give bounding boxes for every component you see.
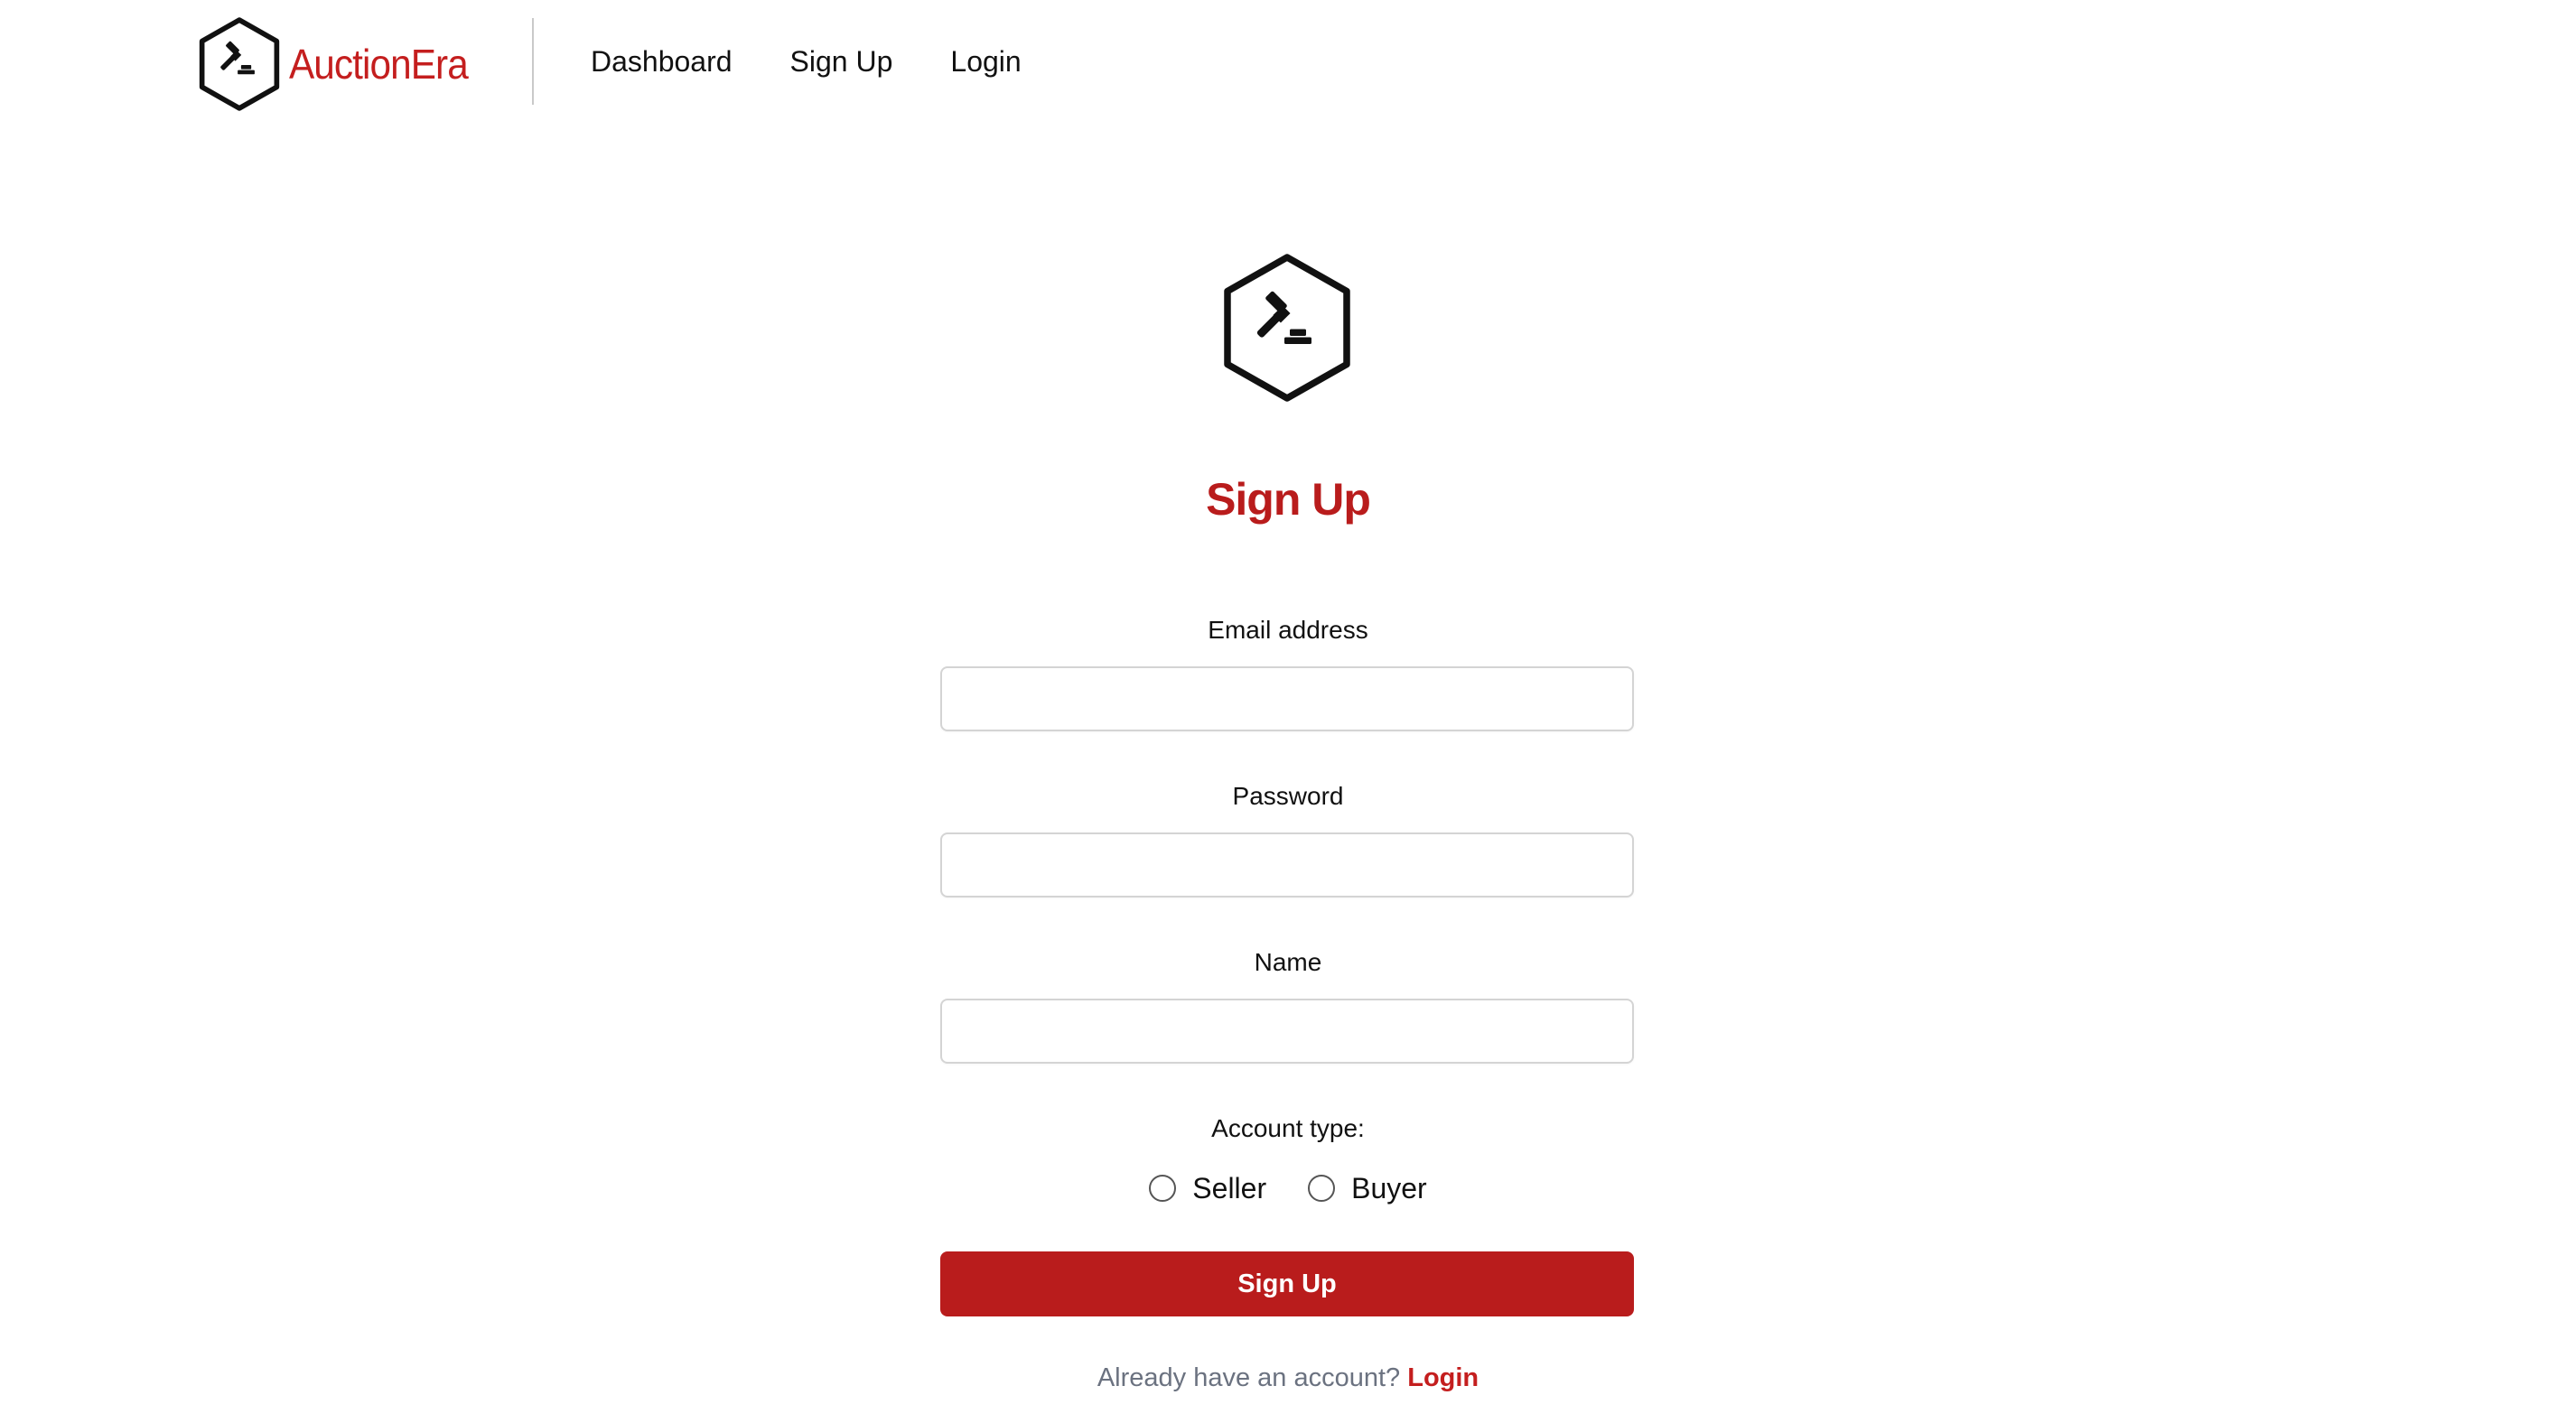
buyer-radio[interactable] [1308,1175,1336,1202]
nav-links: Dashboard Sign Up Login [591,36,1022,87]
nav-item-sign-up[interactable]: Sign Up [790,36,893,87]
password-field[interactable] [940,832,1634,898]
gavel-hexagon-icon [1224,254,1350,402]
sign-up-button[interactable]: Sign Up [940,1251,1634,1316]
account-type-radio-group: Seller Buyer [0,1165,2576,1212]
nav-item-dashboard[interactable]: Dashboard [591,36,733,87]
login-prompt-text: Already have an account? [1097,1363,1401,1392]
login-prompt: Already have an account? Login [0,1363,2576,1393]
seller-radio[interactable] [1149,1175,1177,1202]
password-label: Password [1232,782,1344,810]
seller-radio-label[interactable]: Seller [1192,1165,1266,1212]
signup-page: AuctionEra Dashboard Sign Up Login Sign … [0,0,2576,1423]
nav-item-login[interactable]: Login [950,36,1021,87]
navbar: AuctionEra Dashboard Sign Up Login [0,0,2576,126]
gavel-hexagon-icon [199,17,280,111]
login-link[interactable]: Login [1407,1363,1479,1392]
name-label: Name [1254,948,1322,976]
buyer-radio-label[interactable]: Buyer [1351,1165,1427,1212]
account-type-label: Account type: [1211,1114,1365,1142]
brand-name: AuctionEra [289,41,469,88]
brand-home-link[interactable]: AuctionEra [197,16,483,112]
email-field[interactable] [940,666,1634,731]
name-field[interactable] [940,999,1634,1064]
account-type-seller-option[interactable]: Seller [1149,1165,1266,1212]
page-title: Sign Up [1206,474,1371,525]
nav-divider [532,18,534,105]
account-type-buyer-option[interactable]: Buyer [1308,1165,1427,1212]
email-label: Email address [1208,616,1368,644]
